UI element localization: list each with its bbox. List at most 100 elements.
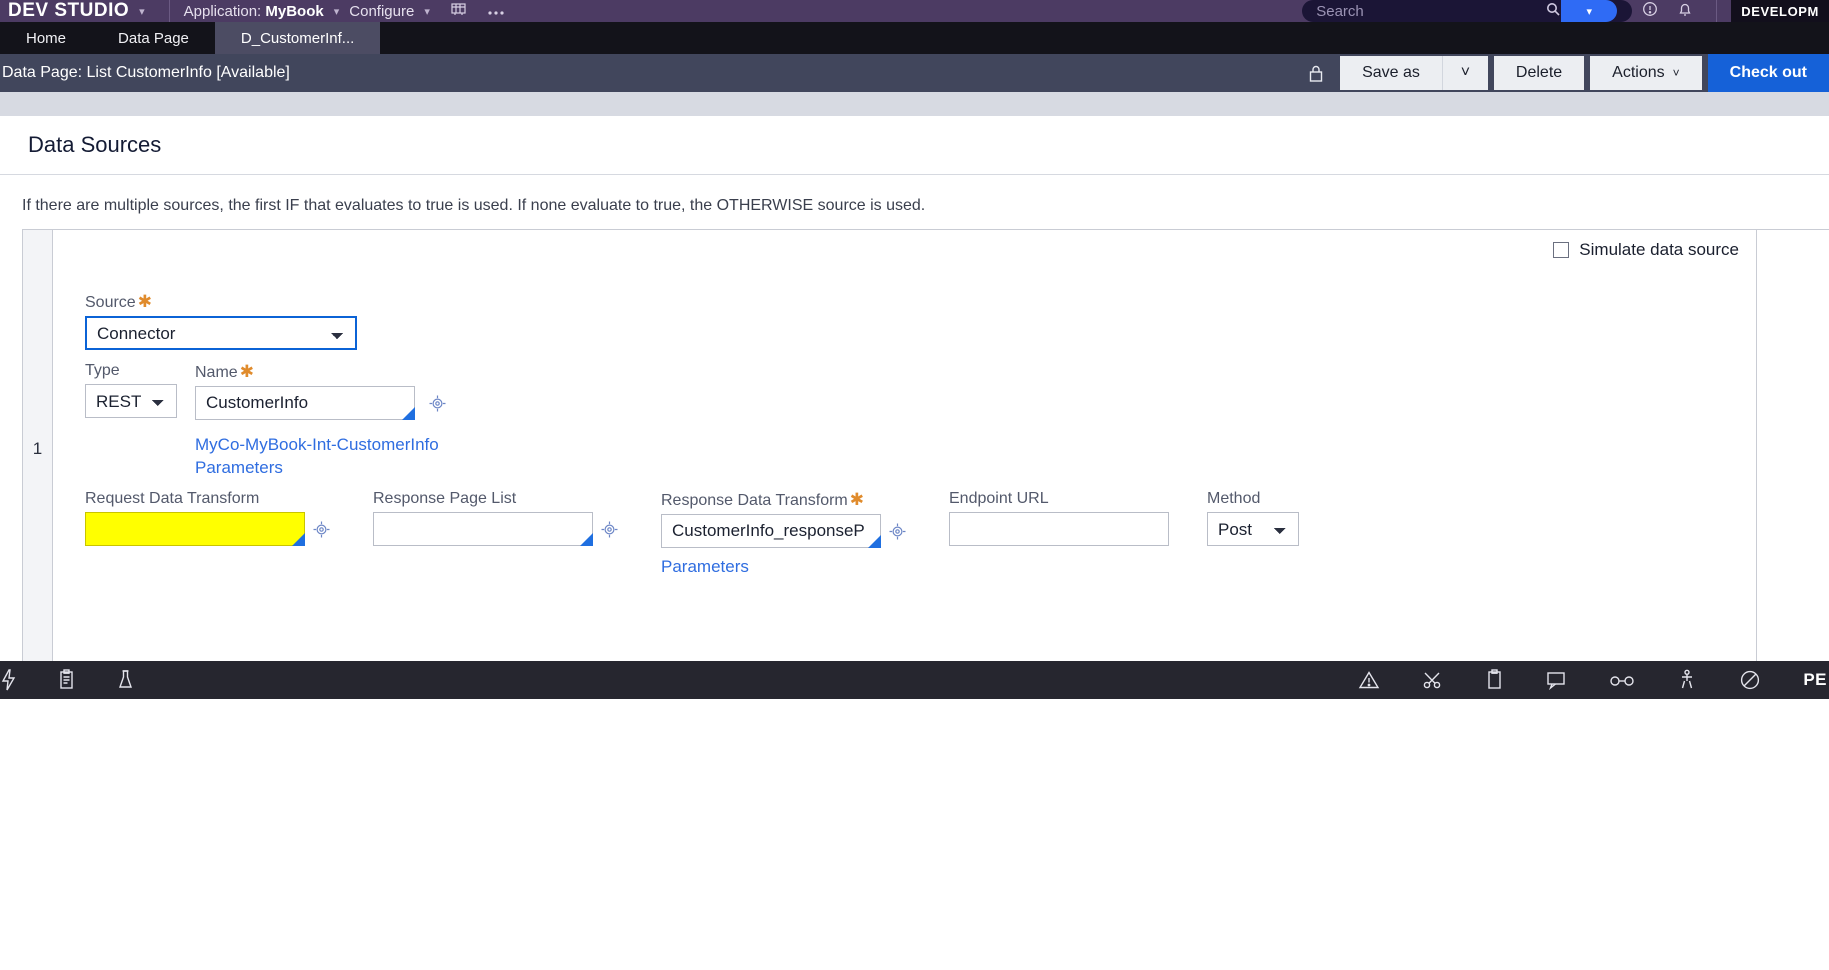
paste-clipboard-icon[interactable] xyxy=(1486,669,1503,691)
type-label: Type xyxy=(85,362,120,379)
response-data-transform-field: Response Data Transform ✱ CustomerInfo_r… xyxy=(661,490,929,579)
actions-chevron-down-icon: ˅ xyxy=(1672,66,1680,80)
actions-button[interactable]: Actions ˅ xyxy=(1590,56,1702,90)
header-divider-right xyxy=(1716,0,1718,22)
comment-icon[interactable] xyxy=(1545,670,1567,690)
data-source-row: Simulate data source Source ✱ Connector T… xyxy=(53,230,1829,668)
response-page-list-input[interactable] xyxy=(373,512,593,546)
response-data-transform-required-indicator: ✱ xyxy=(849,490,864,509)
section-description: If there are multiple sources, the first… xyxy=(22,197,926,214)
name-field: Name ✱ xyxy=(195,362,447,420)
section-title-data-sources: Data Sources xyxy=(0,116,1829,175)
name-input-resize-corner[interactable] xyxy=(402,407,415,420)
endpoint-url-field: Endpoint URL xyxy=(949,490,1187,546)
configure-chevron-down-icon[interactable]: ▾ xyxy=(424,5,430,18)
connector-rule-link[interactable]: MyCo-MyBook-Int-CustomerInfo xyxy=(195,434,439,457)
tab-strip: Home Data Page D_CustomerInf... xyxy=(0,22,1829,54)
name-label-text: Name xyxy=(195,364,238,381)
connector-parameters-link[interactable]: Parameters xyxy=(195,457,439,480)
no-entry-icon[interactable] xyxy=(1739,669,1761,691)
tab-d-customerinfo[interactable]: D_CustomerInf... xyxy=(214,22,381,54)
row-number-cell: 1 xyxy=(23,230,53,668)
name-input[interactable] xyxy=(195,386,415,420)
request-data-transform-label: Request Data Transform xyxy=(85,490,260,507)
data-sources-table: 1 Simulate data source Source ✱ Connector xyxy=(22,229,1829,669)
help-circle-icon[interactable] xyxy=(1642,1,1658,21)
configure-menu[interactable]: Configure xyxy=(349,3,414,20)
source-select[interactable]: Connector xyxy=(85,316,357,350)
lightning-icon[interactable] xyxy=(0,669,16,691)
method-select[interactable]: Post xyxy=(1207,512,1299,546)
response-data-transform-parameters-link[interactable]: Parameters xyxy=(661,556,929,579)
connector-links: MyCo-MyBook-Int-CustomerInfo Parameters xyxy=(195,434,439,480)
simulate-data-source-checkbox[interactable] xyxy=(1553,242,1570,258)
toolbar-label: PE xyxy=(1803,670,1827,689)
search-input[interactable] xyxy=(1302,0,1543,22)
application-name: MyBook xyxy=(265,2,324,20)
name-input-wrap xyxy=(195,386,415,420)
response-page-list-target-crosshair-icon[interactable] xyxy=(599,519,619,539)
page-title: Data Page: List CustomerInfo [Available] xyxy=(2,64,290,81)
request-data-transform-field: Request Data Transform xyxy=(85,490,353,546)
glasses-icon[interactable] xyxy=(1609,671,1635,689)
grid-icon[interactable] xyxy=(450,2,467,21)
type-select[interactable]: REST xyxy=(85,384,177,418)
tab-home[interactable]: Home xyxy=(0,22,92,54)
search-icon[interactable] xyxy=(1546,2,1561,21)
application-selector[interactable]: Application: MyBook xyxy=(184,3,324,20)
source-required-indicator: ✱ xyxy=(137,292,152,311)
page-footer-area xyxy=(0,699,1829,970)
application-label: Application: xyxy=(183,2,262,20)
save-as-dropdown-chevron-down-icon[interactable]: ˅ xyxy=(1441,56,1488,90)
source-label-text: Source xyxy=(85,294,136,311)
endpoint-url-input[interactable] xyxy=(949,512,1169,546)
source-label: Source ✱ xyxy=(85,292,357,312)
method-field: Method Post xyxy=(1207,490,1299,546)
environment-badge: DEVELOPM xyxy=(1731,0,1829,22)
scissors-icon[interactable] xyxy=(1422,670,1444,690)
lock-icon[interactable] xyxy=(1308,64,1324,83)
header-divider xyxy=(168,0,170,22)
method-label: Method xyxy=(1207,490,1261,507)
more-options-icon[interactable] xyxy=(487,3,505,20)
response-data-transform-target-crosshair-icon[interactable] xyxy=(887,521,907,541)
application-chevron-down-icon[interactable]: ▾ xyxy=(334,5,340,18)
response-page-list-field: Response Page List xyxy=(373,490,641,546)
check-out-button[interactable]: Check out xyxy=(1707,54,1829,92)
warning-triangle-icon[interactable] xyxy=(1358,670,1380,690)
dev-studio-logo: DEV STUDIO xyxy=(8,0,130,21)
request-data-transform-target-crosshair-icon[interactable] xyxy=(311,519,331,539)
app-header-bar: DEV STUDIO ▾ Application: MyBook ▾ Confi… xyxy=(0,0,1829,22)
save-as-button-group: Save as ˅ xyxy=(1340,56,1488,90)
notifications-icon[interactable] xyxy=(1678,2,1692,21)
response-page-list-label: Response Page List xyxy=(373,490,517,507)
flask-icon[interactable] xyxy=(117,669,134,691)
transform-fields-row: Request Data Transform Response Page Lis… xyxy=(85,490,1319,579)
row-actions-column xyxy=(1756,230,1829,668)
clipboard-icon[interactable] xyxy=(58,669,75,691)
accessibility-icon[interactable] xyxy=(1677,669,1697,691)
main-content: Data Sources If there are multiple sourc… xyxy=(0,116,1829,669)
target-crosshair-icon[interactable] xyxy=(427,393,447,413)
logo-chevron-down-icon[interactable]: ▾ xyxy=(139,5,145,18)
app-window: DEV STUDIO ▾ Application: MyBook ▾ Confi… xyxy=(0,0,1829,970)
response-data-transform-label-text: Response Data Transform xyxy=(661,492,848,509)
delete-button[interactable]: Delete xyxy=(1493,56,1585,90)
developer-toolbar: PE xyxy=(0,661,1829,699)
response-page-list-resize-corner[interactable] xyxy=(580,533,593,546)
request-data-transform-resize-corner[interactable] xyxy=(292,533,305,546)
response-page-list-input-wrap xyxy=(373,512,593,546)
simulate-data-source-control[interactable]: Simulate data source xyxy=(1553,240,1739,260)
response-data-transform-resize-corner[interactable] xyxy=(868,535,881,548)
simulate-data-source-label: Simulate data source xyxy=(1579,240,1739,259)
search-chevron-down-icon[interactable]: ▾ xyxy=(1561,0,1618,22)
request-data-transform-input[interactable] xyxy=(85,512,305,546)
save-as-button[interactable]: Save as xyxy=(1340,56,1442,90)
type-field: Type REST xyxy=(85,362,177,418)
endpoint-url-label: Endpoint URL xyxy=(949,490,1049,507)
request-data-transform-input-wrap xyxy=(85,512,305,546)
tab-data-page[interactable]: Data Page xyxy=(92,22,215,54)
toolbar-spacer-band xyxy=(0,92,1829,116)
global-search[interactable]: ▾ xyxy=(1302,0,1633,22)
response-data-transform-input[interactable] xyxy=(661,514,881,548)
